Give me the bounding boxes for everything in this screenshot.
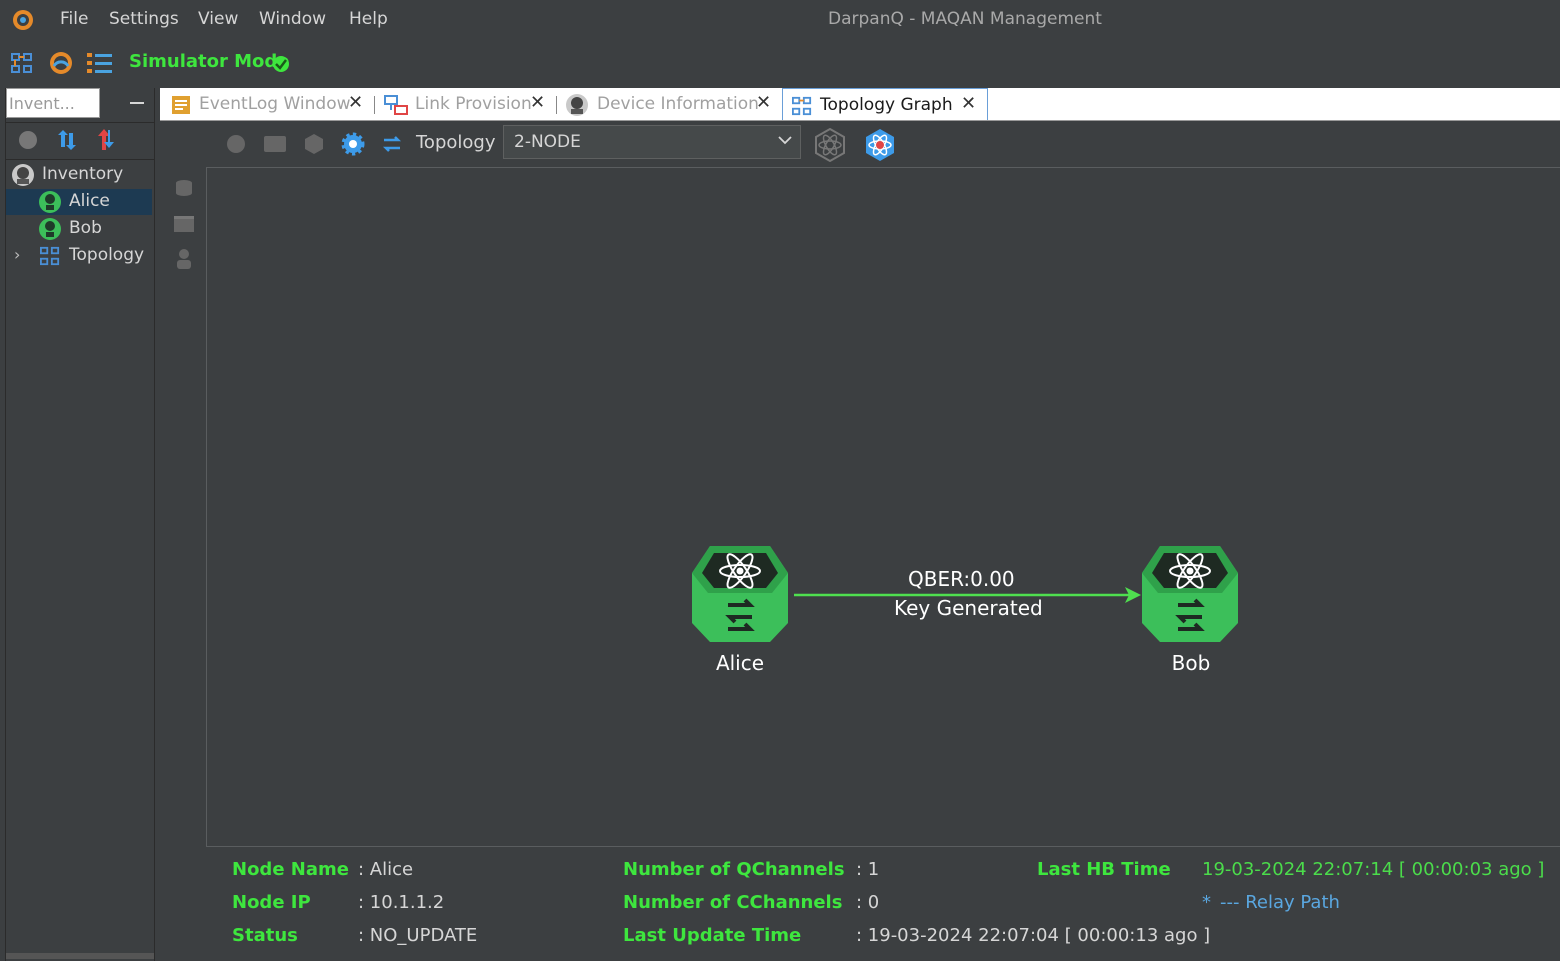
close-icon[interactable]: ✕ [961,93,976,114]
link-provision-icon [384,94,408,116]
node-icon [38,217,62,241]
menu-file[interactable]: File [60,9,88,29]
close-icon[interactable]: ✕ [348,92,363,113]
eventlog-icon [170,94,192,116]
node-info-panel: Node Name : Alice Node IP : 10.1.1.2 Sta… [206,850,1560,961]
topology-icon [40,246,60,266]
refresh-icon[interactable] [382,134,402,154]
cchannels-key: Number of CChannels [623,892,843,913]
link-status-label: Key Generated [894,596,1043,620]
tab-link-provision[interactable]: Link Provision ✕ [382,88,552,120]
left-panel-scrollbar[interactable] [6,953,154,959]
graph-node-alice[interactable] [690,543,790,645]
topology-view-icon[interactable] [11,52,33,74]
stop-icon[interactable] [18,130,38,150]
qchannels-value: : 1 [856,859,880,880]
side-toolbar [163,168,205,848]
last-hb-key: Last HB Time [1037,859,1171,880]
sync-icon[interactable] [56,129,78,151]
dashboard-icon[interactable] [48,50,74,76]
tab-label: EventLog Window [199,94,351,114]
topology-graph-canvas[interactable]: Alice Bob QBER:0.00 Key Generated [206,167,1560,847]
menu-window[interactable]: Window [259,9,326,29]
tree-item-alice[interactable]: Alice [6,189,152,215]
quantum-node-icon [692,546,788,642]
node-name-value: : Alice [358,859,414,880]
topology-label: Topology [416,132,496,153]
check-icon [272,55,290,73]
tab-device-information[interactable]: Device Information ✕ [563,88,778,120]
app-logo-icon [11,8,35,32]
graph-svg [794,587,1141,603]
topology-icon [792,96,812,116]
menu-settings[interactable]: Settings [109,9,179,29]
topology-select[interactable]: 2-NODE [503,125,801,159]
device-info-icon [565,93,589,117]
inventory-search-input[interactable] [6,88,100,118]
tab-divider [374,96,375,114]
cube-icon[interactable] [304,133,324,155]
main-toolbar: Simulator Mode [0,42,1560,84]
menu-bar: File Settings View Window Help DarpanQ -… [0,0,1560,40]
record-icon[interactable] [226,134,246,154]
relay-path-legend: --- Relay Path [1220,892,1340,913]
tab-topology-graph[interactable]: Topology Graph ✕ [782,88,988,120]
link-qber-label: QBER:0.00 [908,567,1015,591]
last-hb-value: 19-03-2024 22:07:14 [ 00:00:03 ago ] [1202,859,1545,880]
tree-root-inventory[interactable]: Inventory [6,162,152,188]
status-key: Status [232,925,298,946]
settings-gear-icon[interactable] [341,132,365,156]
inventory-icon [11,163,35,187]
quantum-node-icon [1142,546,1238,642]
chevron-down-icon [778,133,792,147]
graph-node-bob[interactable] [1140,543,1240,645]
window-icon[interactable] [174,216,194,232]
tab-eventlog[interactable]: EventLog Window ✕ [166,88,374,120]
close-icon[interactable]: ✕ [756,92,771,113]
node-label-alice: Alice [715,651,765,675]
last-update-key: Last Update Time [623,925,802,946]
atom-disabled-icon[interactable] [813,128,847,162]
menu-help[interactable]: Help [349,9,388,29]
atom-icon[interactable] [863,128,897,162]
node-ip-key: Node IP [232,892,311,913]
user-icon[interactable] [175,248,193,270]
tree-item-bob[interactable]: Bob [6,216,152,242]
tab-strip: EventLog Window ✕ Link Provision ✕ Devic… [160,88,1560,121]
inventory-toolbar [6,122,154,160]
node-label-bob: Bob [1171,651,1211,675]
graph-toolbar: Topology 2-NODE [160,121,1560,167]
tab-label: Link Provision [415,94,532,114]
tree-label-bob: Bob [69,218,102,238]
tree-label-inventory: Inventory [42,164,124,184]
window-title: DarpanQ - MAQAN Management [828,9,1102,29]
node-icon [38,190,62,214]
cchannels-value: : 0 [856,892,880,913]
status-value: : NO_UPDATE [358,925,478,946]
tree-item-topology[interactable]: › Topology [6,243,152,269]
tree-label-topology: Topology [69,245,145,265]
close-icon[interactable]: ✕ [530,92,545,113]
tab-label: Device Information [597,94,759,114]
relay-path-marker: * [1202,892,1211,913]
tree-label-alice: Alice [69,191,110,211]
tab-label: Topology Graph [820,95,953,115]
qchannels-key: Number of QChannels [623,859,845,880]
node-ip-value: : 10.1.1.2 [358,892,445,913]
screen-icon[interactable] [264,136,286,152]
node-name-key: Node Name [232,859,349,880]
last-update-value: : 19-03-2024 22:07:04 [ 00:00:13 ago ] [856,925,1211,946]
database-icon[interactable] [174,178,194,198]
tab-divider [556,96,557,114]
transfer-icon[interactable] [96,128,118,152]
menu-view[interactable]: View [198,9,238,29]
chevron-right-icon[interactable]: › [14,245,20,264]
minimize-panel-button[interactable] [130,102,144,104]
simulator-mode-label: Simulator Mode [129,51,290,72]
topology-select-value: 2-NODE [514,132,581,152]
list-icon[interactable] [87,51,113,75]
inventory-panel: Inventory Alice Bob › Topology [5,88,155,961]
